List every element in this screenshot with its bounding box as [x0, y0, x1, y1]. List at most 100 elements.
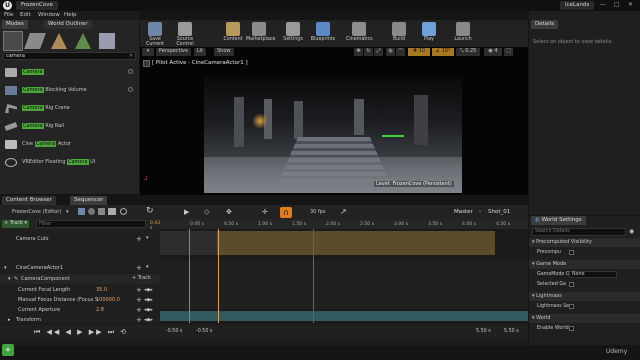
timeline-area[interactable]	[160, 229, 528, 323]
save-current-button[interactable]: Save Current	[142, 20, 168, 48]
rotate-icon[interactable]: ↻	[364, 48, 373, 56]
list-item[interactable]: Camera Rig Rail	[0, 120, 139, 134]
track-transform[interactable]: ▸ Transform + ◂◆▸	[0, 315, 160, 325]
viewport[interactable]: ▾ Perspective Lit Show ✥ ↻ ⤢ ◍ ⌒ # 10 ∠ …	[140, 47, 528, 195]
range-end[interactable]: 5.50 s	[504, 329, 519, 334]
settings-icon[interactable]	[120, 208, 127, 215]
camera-icon[interactable]	[108, 208, 116, 215]
view-end[interactable]: 5.50 s	[476, 329, 491, 334]
menu-file[interactable]: File	[4, 12, 13, 18]
list-item[interactable]: Camera	[0, 66, 139, 80]
camera-speed-button[interactable]: ◉ 4	[484, 48, 502, 56]
range-start[interactable]: -0.50 s	[166, 329, 182, 334]
place-search-box[interactable]: camera ✕	[3, 52, 136, 60]
expand-icon[interactable]: ▾	[8, 276, 11, 282]
world-local-icon[interactable]: ◍	[386, 48, 395, 56]
breadcrumb-shot[interactable]: Shot_01	[488, 209, 510, 215]
menu-help[interactable]: Help	[64, 12, 77, 18]
track-property[interactable]: Current Focal Length 35.0 + ◂◆▸	[0, 285, 160, 295]
property-value[interactable]	[569, 250, 574, 255]
perspective-button[interactable]: Perspective	[156, 48, 191, 56]
playhead-line[interactable]	[218, 229, 219, 323]
property-value[interactable]: 35.0	[96, 287, 107, 293]
settings-button[interactable]: Settings	[280, 20, 306, 48]
expand-icon[interactable]: ▾	[4, 265, 7, 271]
blueprints-button[interactable]: Blueprints	[310, 20, 336, 48]
transform-icon[interactable]: ✥	[226, 208, 232, 216]
maximize-viewport-icon[interactable]: ⛶	[504, 48, 513, 56]
menu-window[interactable]: Window	[38, 12, 60, 18]
property-value[interactable]: None	[569, 271, 617, 278]
key-nav-icon[interactable]: ▾	[146, 264, 149, 270]
menu-edit[interactable]: Edit	[20, 12, 31, 18]
list-item[interactable]: Camera Blocking Volume	[0, 84, 139, 98]
breadcrumb-master[interactable]: Master	[454, 209, 473, 215]
view-start[interactable]: -0.50 s	[196, 329, 212, 334]
rotation-snap-button[interactable]: ∠ 10°	[432, 48, 454, 56]
content-button[interactable]: Content	[220, 20, 246, 48]
add-key-icon[interactable]: +	[136, 296, 142, 304]
track-property[interactable]: Manual Focus Distance (Focus S 100000.0 …	[0, 295, 160, 305]
add-icon[interactable]: +	[136, 235, 142, 243]
close-button[interactable]: ✕	[628, 1, 633, 8]
component-add-track-button[interactable]: + Track	[132, 275, 151, 281]
play-icon[interactable]: ▶	[184, 208, 189, 216]
curve-editor-icon[interactable]: ↗	[340, 207, 347, 216]
scale-icon[interactable]: ⤢	[374, 48, 383, 56]
add-key-icon[interactable]: +	[136, 286, 142, 294]
eject-pilot-icon[interactable]	[143, 60, 150, 67]
key-nav-icon[interactable]: ▾	[146, 235, 149, 241]
add-icon[interactable]: +	[136, 264, 142, 272]
property-value[interactable]: 2.8	[96, 307, 104, 313]
section-header[interactable]: ▾ World	[529, 314, 640, 323]
move-icon[interactable]: ✛	[262, 208, 268, 216]
lit-button[interactable]: Lit	[194, 48, 207, 56]
cinematics-button[interactable]: Cinematics	[346, 20, 373, 48]
property-value[interactable]	[569, 304, 574, 309]
grid-snap-button[interactable]: # 10	[408, 48, 430, 56]
translate-icon[interactable]: ✥	[354, 48, 363, 56]
scale-snap-button[interactable]: ⤡ 0.25	[456, 48, 480, 56]
level-tab[interactable]: FrozenCove	[16, 1, 58, 10]
play-button[interactable]: Play	[416, 20, 442, 48]
key-nav-icon[interactable]: ◂◆▸	[144, 287, 153, 293]
key-nav-icon[interactable]: ◂◆▸	[144, 297, 153, 303]
foliage-mode-icon[interactable]	[75, 33, 91, 49]
tab-world-outliner[interactable]: World Outliner	[44, 20, 92, 29]
marketplace-button[interactable]: Marketplace	[246, 20, 275, 48]
track-component[interactable]: ▾ ✎ CameraComponent + Track	[0, 274, 160, 284]
geometry-mode-icon[interactable]	[99, 33, 115, 49]
fps-selector[interactable]: 30 fps	[310, 209, 326, 215]
tab-world-settings[interactable]: ◍ World Settings	[531, 216, 586, 225]
place-mode-icon[interactable]	[3, 31, 23, 51]
section-header[interactable]: ▾ Lightmass	[529, 292, 640, 301]
key-nav-icon[interactable]: ◂◆▸	[144, 307, 153, 313]
list-item[interactable]: Camera Rig Crane	[0, 102, 139, 116]
expand-icon[interactable]: ▸	[8, 317, 11, 323]
sequence-options-icon[interactable]: ▾	[66, 209, 69, 215]
add-track-button[interactable]: + Track ▾	[2, 220, 29, 228]
maximize-button[interactable]: □	[614, 1, 620, 8]
add-key-icon[interactable]: +	[136, 316, 142, 324]
tab-content-browser[interactable]: Content Browser	[2, 196, 56, 205]
key-nav-icon[interactable]: ◂◆▸	[144, 317, 153, 323]
list-item[interactable]: VREditor Floating Camera UI	[0, 156, 139, 170]
world-settings-search[interactable]: Search Details	[532, 228, 626, 236]
tab-sequencer[interactable]: Sequencer	[70, 196, 108, 205]
time-ruler[interactable]: 0.00 s 0.50 s 1.00 s 1.50 s 2.00 s 2.50 s 3.00…	[160, 219, 574, 232]
show-button[interactable]: Show	[214, 48, 234, 56]
info-icon[interactable]	[128, 69, 133, 74]
paint-mode-icon[interactable]	[24, 33, 46, 49]
render-movie-icon[interactable]	[98, 208, 105, 215]
source-control-button[interactable]: Source Control	[172, 20, 198, 48]
save-sequence-icon[interactable]	[78, 208, 85, 215]
landscape-mode-icon[interactable]	[51, 33, 67, 49]
property-value[interactable]	[569, 326, 574, 331]
find-icon[interactable]	[88, 208, 95, 215]
transport-buttons[interactable]: ⏮ ◀◀ ◀ ▶ ▶▶ ⏭ ⟲	[34, 328, 128, 337]
surface-snap-icon[interactable]: ⌒	[396, 48, 405, 56]
build-button[interactable]: Build	[386, 20, 412, 48]
launch-button[interactable]: Launch	[450, 20, 476, 48]
track-camera-cuts[interactable]: Camera Cuts + ▾	[0, 234, 160, 244]
track-property[interactable]: Current Aperture 2.8 + ◂◆▸	[0, 305, 160, 315]
